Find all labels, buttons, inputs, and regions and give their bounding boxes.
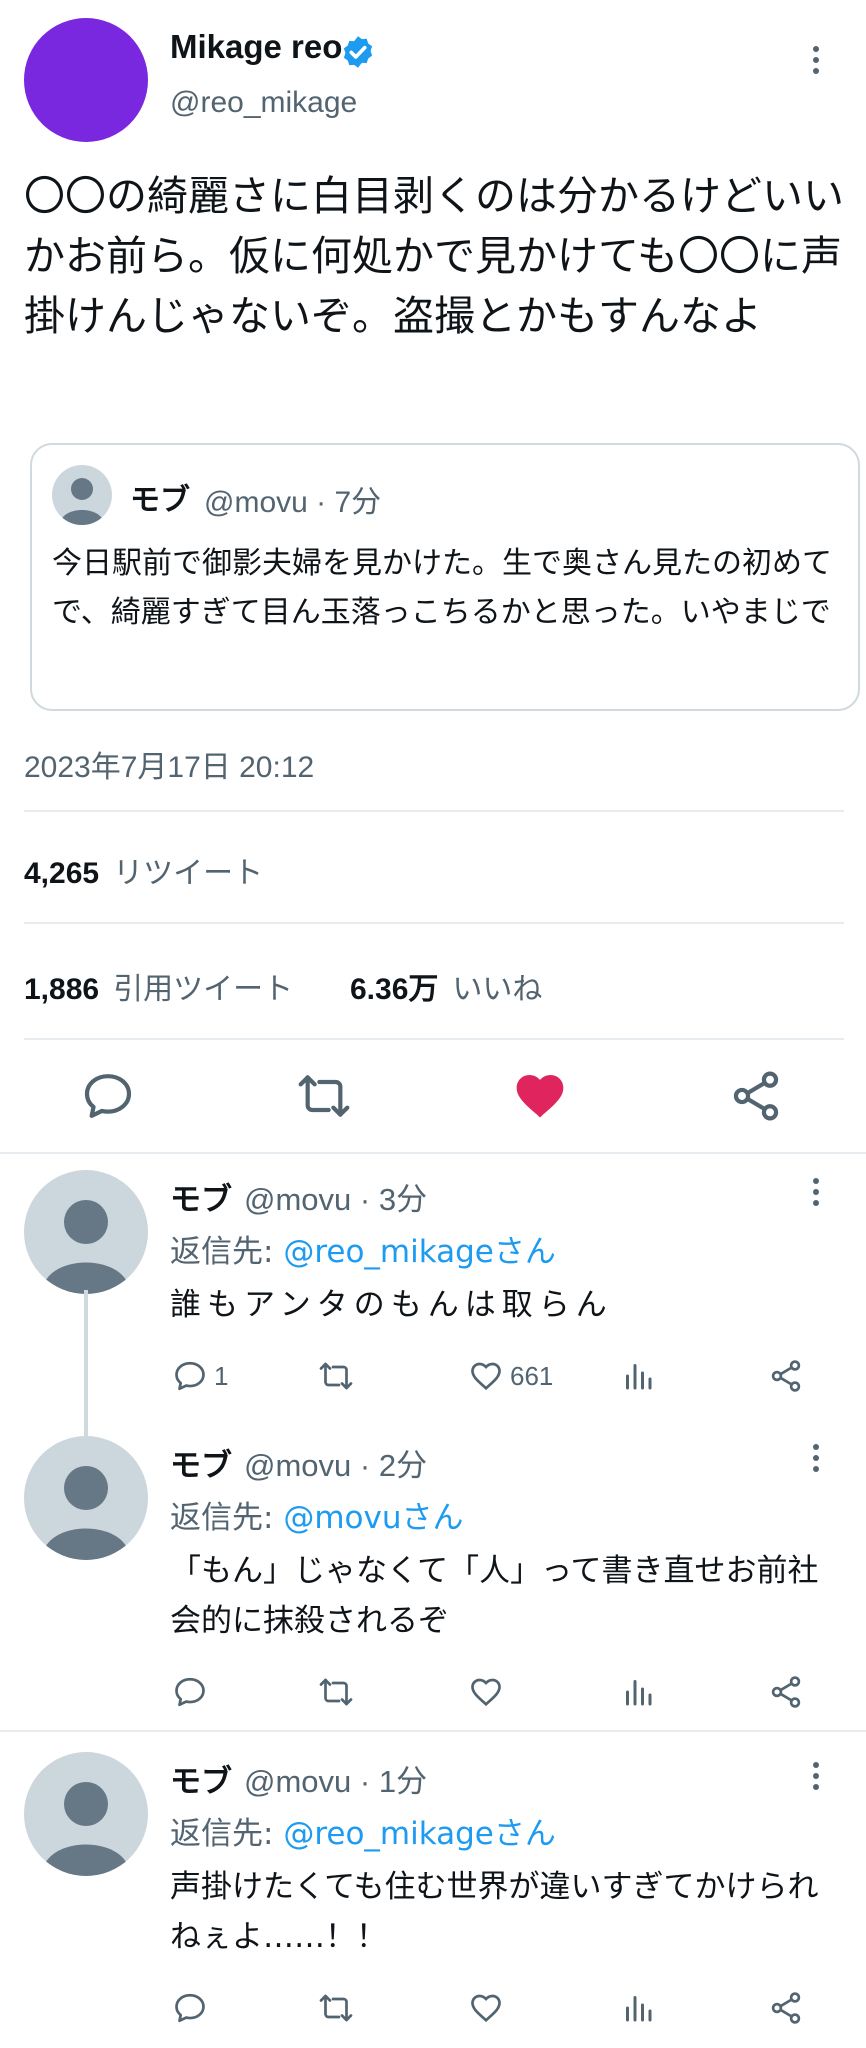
reply-to-prefix: 返信先: [170, 1816, 284, 1852]
like-button[interactable]: 661 [468, 1358, 553, 1394]
retweets-count: 4,265 [24, 857, 100, 890]
author-avatar[interactable] [24, 18, 148, 142]
like-button[interactable] [468, 1990, 504, 2026]
share-button[interactable] [768, 1990, 804, 2026]
reply-avatar[interactable] [24, 1436, 148, 1560]
analytics-button[interactable] [620, 1358, 656, 1394]
reply-avatar[interactable] [24, 1752, 148, 1876]
tweet-timestamp[interactable]: 2023年7月17日 20:12 [24, 742, 314, 786]
reply-to-line: 返信先: @reo_mikageさん [170, 1808, 556, 1853]
reply-handle[interactable]: @movu · 2分 [244, 1440, 427, 1485]
reply-header: モブ @movu · 3分 [170, 1174, 427, 1219]
reply-text: 誰もアンタのもんは取らん [170, 1287, 613, 1323]
thread-connector [84, 1290, 88, 1440]
reply-text: 「もん」じゃなくて「人」って書き直せお前社会的に抹殺されるぞ [170, 1553, 819, 1639]
reply-handle[interactable]: @movu · 3分 [244, 1174, 427, 1219]
reply-header: モブ @movu · 2分 [170, 1440, 427, 1485]
share-button[interactable] [768, 1674, 804, 1710]
quoted-tweet[interactable]: モブ @movu · 7分 今日駅前で御影夫婦を見かけた。生で奥さん見たの初めて… [30, 443, 860, 711]
author-handle[interactable]: @reo_mikage [170, 86, 357, 120]
divider [24, 922, 844, 924]
like-icon [471, 1994, 501, 2023]
quoted-handle: @movu · 7分 [204, 486, 382, 519]
reply-to-mention[interactable]: @reo_mikageさん [283, 1816, 556, 1852]
like-button[interactable] [468, 1674, 504, 1710]
quotes-stat[interactable]: 1,886 引用ツイート [24, 964, 293, 1008]
share-icon[interactable] [728, 1068, 784, 1124]
quotes-count: 1,886 [24, 973, 100, 1006]
default-avatar-icon [42, 1782, 130, 1876]
reply-name[interactable]: モブ [170, 1756, 232, 1801]
reply-count: 1 [214, 1360, 229, 1391]
verified-badge-icon [343, 36, 373, 68]
like-icon [471, 1678, 501, 1707]
share-button[interactable] [768, 1358, 804, 1394]
retweet-button[interactable] [318, 1674, 354, 1710]
retweets-stat[interactable]: 4,265 リツイート [24, 848, 263, 892]
reply-to-line: 返信先: @movuさん [170, 1492, 463, 1537]
reply-text: 声掛けたくても住む世界が違いすぎてかけられねぇよ……！！ [170, 1869, 819, 1955]
like-icon-active[interactable] [512, 1068, 568, 1124]
analytics-icon [626, 1364, 652, 1390]
quoted-avatar [52, 465, 112, 525]
reply-to-mention[interactable]: @reo_mikageさん [283, 1234, 556, 1270]
tweet-text: 〇〇の綺麗さに白目剥くのは分かるけどいいかお前ら。仮に何処かで見かけても〇〇に声… [24, 172, 844, 340]
reply-avatar[interactable] [24, 1170, 148, 1294]
analytics-icon [626, 1680, 652, 1706]
reply-to-line: 返信先: @reo_mikageさん [170, 1226, 556, 1271]
reply-button[interactable] [172, 1674, 208, 1710]
retweet-icon[interactable] [296, 1068, 352, 1124]
reply-name[interactable]: モブ [170, 1440, 232, 1485]
more-options-icon[interactable] [796, 1756, 836, 1796]
retweet-icon [319, 1362, 353, 1390]
author-name[interactable]: Mikage reo [170, 28, 342, 66]
reply-button[interactable]: 1 [172, 1358, 228, 1394]
likes-count: 6.36万 [350, 973, 439, 1006]
quoted-text: 今日駅前で御影夫婦を見かけた。生で奥さん見たの初めてで、綺麗すぎて目ん玉落っこち… [52, 546, 832, 630]
retweet-button[interactable] [318, 1990, 354, 2026]
retweet-button[interactable] [318, 1358, 354, 1394]
like-icon [471, 1362, 501, 1391]
likes-stat[interactable]: 6.36万 いいね [350, 964, 542, 1008]
reply-handle[interactable]: @movu · 1分 [244, 1756, 427, 1801]
like-count: 661 [510, 1360, 554, 1391]
retweet-icon [319, 1678, 353, 1706]
reply-icon [175, 1677, 205, 1707]
default-avatar-icon [42, 1200, 130, 1294]
share-icon [771, 1360, 801, 1392]
divider [0, 1152, 866, 1154]
more-options-icon[interactable] [796, 40, 836, 80]
divider [24, 810, 844, 812]
quoted-name: モブ [130, 483, 190, 518]
retweets-label: リツイート [113, 856, 264, 891]
likes-label: いいね [452, 972, 543, 1007]
divider [0, 1730, 866, 1732]
divider [24, 1038, 844, 1040]
reply-icon[interactable] [80, 1068, 136, 1124]
reply-name[interactable]: モブ [170, 1174, 232, 1219]
more-options-icon[interactable] [796, 1438, 836, 1478]
retweet-icon [319, 1994, 353, 2022]
quotes-label: 引用ツイート [113, 972, 294, 1007]
default-avatar-icon [60, 478, 104, 525]
reply-icon [175, 1993, 205, 2023]
analytics-button[interactable] [620, 1674, 656, 1710]
reply-to-mention[interactable]: @movuさん [283, 1500, 463, 1536]
reply-to-prefix: 返信先: [170, 1234, 284, 1270]
share-icon [771, 1676, 801, 1708]
reply-button[interactable] [172, 1990, 208, 2026]
more-options-icon[interactable] [796, 1172, 836, 1212]
analytics-icon [626, 1996, 652, 2022]
analytics-button[interactable] [620, 1990, 656, 2026]
reply-to-prefix: 返信先: [170, 1500, 284, 1536]
share-icon [771, 1992, 801, 2024]
reply-icon [175, 1361, 205, 1391]
default-avatar-icon [42, 1466, 130, 1560]
reply-header: モブ @movu · 1分 [170, 1756, 427, 1801]
